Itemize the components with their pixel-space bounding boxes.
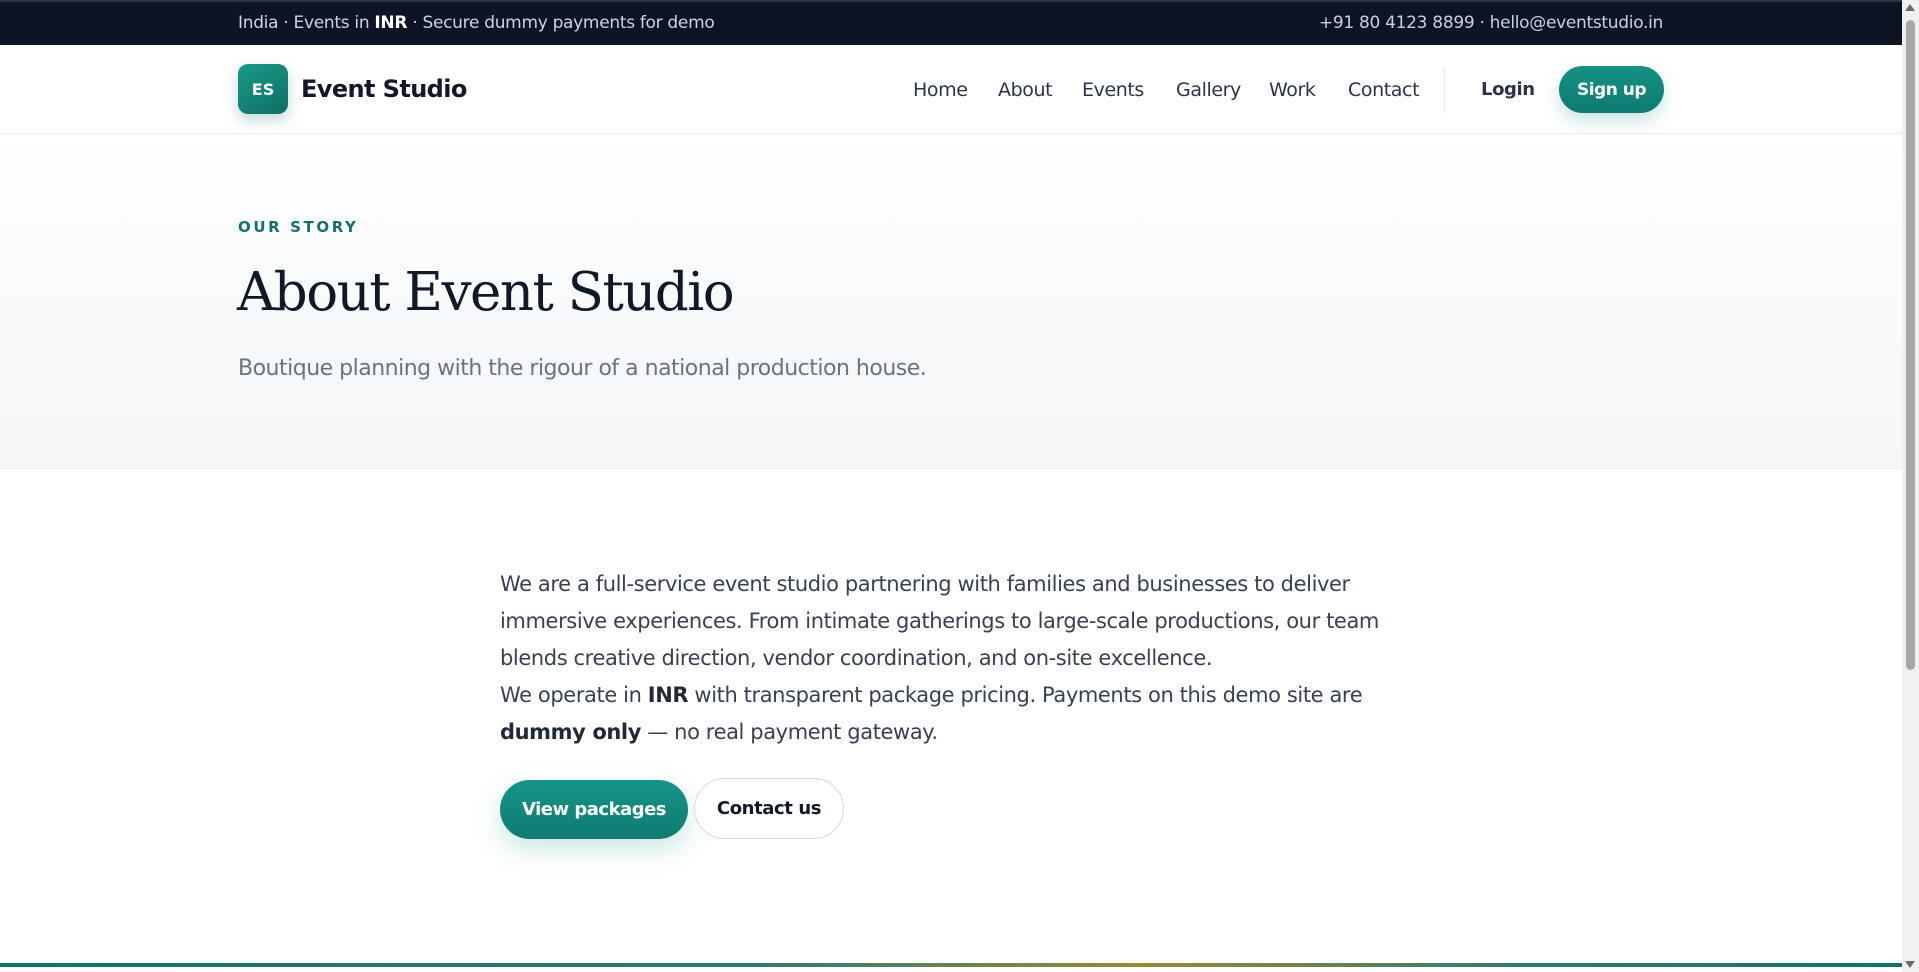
- view-packages-button[interactable]: View packages: [500, 780, 688, 839]
- topbar-info-post: · Secure dummy payments for demo: [407, 13, 715, 33]
- pricing-text-a: We operate in: [500, 683, 648, 707]
- logo-badge[interactable]: ES: [238, 64, 288, 114]
- scroll-down-arrow-icon[interactable]: [1905, 961, 1915, 968]
- topbar-info-pre: India · Events in: [238, 13, 375, 33]
- pricing-paragraph: We operate in INR with transparent packa…: [500, 677, 1380, 751]
- scroll-thumb[interactable]: [1906, 20, 1915, 670]
- contact-us-button[interactable]: Contact us: [694, 778, 844, 839]
- topbar-info-currency: INR: [374, 13, 408, 33]
- nav-divider: [1444, 67, 1445, 113]
- about-paragraph: We are a full-service event studio partn…: [500, 572, 1379, 670]
- about-content: We are a full-service event studio partn…: [500, 566, 1380, 751]
- nav-events[interactable]: Events: [1082, 79, 1144, 101]
- hero-subtitle: Boutique planning with the rigour of a n…: [238, 356, 927, 381]
- pricing-text-c: with transparent package pricing. Paymen…: [688, 683, 1363, 707]
- nav-work[interactable]: Work: [1269, 79, 1316, 101]
- top-info-bar: India · Events in INR · Secure dummy pay…: [0, 0, 1902, 45]
- footer-accent-strip: [0, 963, 1902, 967]
- pricing-dummy: dummy only: [500, 720, 642, 744]
- topbar-contact[interactable]: +91 80 4123 8899 · hello@eventstudio.in: [1319, 13, 1663, 33]
- nav-gallery[interactable]: Gallery: [1176, 79, 1241, 101]
- signup-button[interactable]: Sign up: [1559, 66, 1664, 113]
- page-hero: OUR STORY About Event Studio Boutique pl…: [0, 134, 1902, 469]
- brand-name[interactable]: Event Studio: [301, 75, 467, 103]
- site-header: ES Event Studio Home About Events Galler…: [0, 45, 1902, 134]
- login-link[interactable]: Login: [1481, 79, 1535, 100]
- topbar-info-text: India · Events in INR · Secure dummy pay…: [238, 13, 715, 33]
- scroll-up-arrow-icon[interactable]: [1905, 4, 1915, 11]
- nav-about[interactable]: About: [998, 79, 1053, 101]
- page-scrollbar[interactable]: [1902, 0, 1919, 972]
- page-title: About Event Studio: [237, 262, 735, 323]
- pricing-currency: INR: [647, 683, 689, 707]
- nav-contact[interactable]: Contact: [1348, 79, 1420, 101]
- hero-eyebrow: OUR STORY: [238, 218, 359, 236]
- nav-home[interactable]: Home: [913, 79, 968, 101]
- pricing-text-e: — no real payment gateway.: [641, 720, 938, 744]
